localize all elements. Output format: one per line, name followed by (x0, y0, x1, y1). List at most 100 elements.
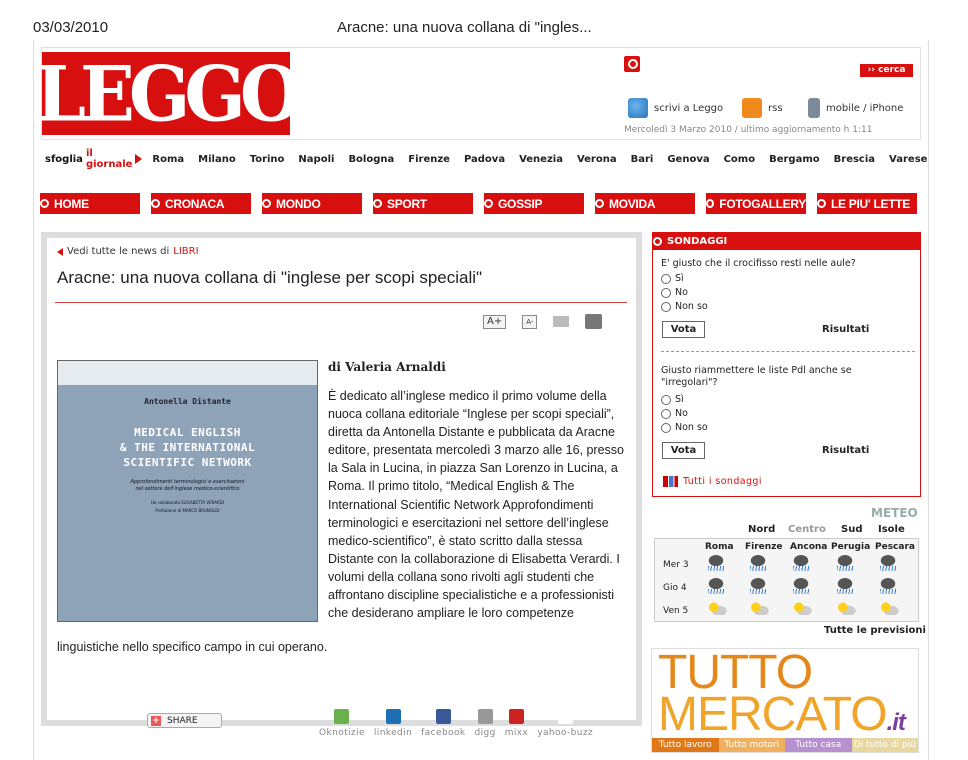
poll1-option-no[interactable]: No (661, 287, 688, 298)
weather-day: Gio 4 (663, 583, 687, 593)
cover-top-strip (58, 361, 317, 385)
city-link[interactable]: Firenze (408, 154, 450, 165)
nav-bullet-icon (706, 199, 715, 208)
region-tab-sud[interactable]: Sud (841, 524, 862, 535)
leggo-logo[interactable]: LEGGO (35, 49, 302, 138)
city-link[interactable]: Varese (889, 154, 927, 165)
weather-city: Pescara (875, 542, 915, 552)
region-tab-isole[interactable]: Isole (878, 524, 905, 535)
social-link-linkedin[interactable]: linkedin (374, 709, 412, 738)
weather-city: Perugia (831, 542, 871, 552)
poll2-results-link[interactable]: Risultati (822, 445, 869, 456)
poll-divider (661, 351, 915, 352)
article-title: Aracne: una nuova collana di "inglese pe… (57, 268, 483, 287)
nav-bullet-icon (595, 199, 604, 208)
radio-button[interactable] (661, 408, 671, 419)
poll2-option-si[interactable]: Sì (661, 394, 684, 405)
article-panel: Vedi tutte le news di LIBRI Aracne: una … (41, 232, 642, 726)
nav-piu-lette[interactable]: LE PIU' LETTE (817, 193, 917, 214)
weather-city: Firenze (745, 542, 783, 552)
search-button[interactable]: ›› cerca (860, 64, 913, 77)
digg-icon (477, 709, 493, 724)
city-link[interactable]: Roma (152, 154, 184, 165)
city-link[interactable]: Bari (631, 154, 654, 165)
poll-question-1: E' giusto che il crocifisso resti nelle … (661, 258, 856, 269)
poll2-option-non-so[interactable]: Non so (661, 422, 708, 433)
rain-cloud-icon (877, 555, 899, 571)
poll2-vote-button[interactable]: Vota (662, 442, 705, 459)
contact-link[interactable]: scrivi a Leggo (628, 98, 723, 118)
print-date: 03/03/2010 (33, 19, 109, 36)
article-tools: A+ A- (483, 314, 603, 329)
ad-tab[interactable]: Tutto casa (785, 738, 852, 752)
all-forecasts-link[interactable]: Tutte le previsioni (824, 625, 926, 636)
city-link[interactable]: Milano (198, 154, 236, 165)
poll1-results-link[interactable]: Risultati (822, 324, 869, 335)
ad-tab[interactable]: Di tutto di più (851, 738, 918, 752)
city-link[interactable]: Bergamo (769, 154, 820, 165)
city-link[interactable]: Torino (250, 154, 285, 165)
region-tab-nord[interactable]: Nord (748, 524, 775, 535)
radio-button[interactable] (661, 273, 671, 284)
city-link[interactable]: Brescia (834, 154, 875, 165)
city-link[interactable]: Napoli (298, 154, 334, 165)
city-link[interactable]: Venezia (519, 154, 563, 165)
rss-link[interactable]: rss (742, 98, 783, 118)
social-links: Oknotizie linkedin facebook digg mixx yahoo-b… (319, 709, 593, 738)
social-link-facebook[interactable]: facebook (421, 709, 465, 738)
radio-button[interactable] (661, 287, 671, 298)
radio-button[interactable] (661, 301, 671, 312)
poll1-vote-button[interactable]: Vota (662, 321, 705, 338)
font-decrease-button[interactable]: A- (522, 314, 538, 329)
share-button[interactable]: + SHARE (147, 713, 222, 728)
nav-home[interactable]: HOME (40, 193, 140, 214)
sun-cloud-icon (834, 601, 856, 615)
radio-button[interactable] (661, 422, 671, 433)
city-link[interactable]: Como (724, 154, 756, 165)
print-icon[interactable] (585, 314, 603, 329)
nav-bullet-icon (262, 199, 271, 208)
rain-cloud-icon (747, 555, 769, 571)
city-link[interactable]: Verona (577, 154, 617, 165)
nav-gossip[interactable]: GOSSIP (484, 193, 584, 214)
nav-fotogallery[interactable]: FOTOGALLERY (706, 193, 806, 214)
poll2-option-no[interactable]: No (661, 408, 688, 419)
nav-sport[interactable]: SPORT (373, 193, 473, 214)
sfoglia-giornale-link[interactable]: sfoglia il giornale (45, 148, 143, 170)
all-polls-link[interactable]: Tutti i sondaggi (663, 476, 762, 487)
nav-cronaca[interactable]: CRONACA (151, 193, 251, 214)
social-link-oknotizie[interactable]: Oknotizie (319, 709, 365, 738)
email-icon[interactable] (553, 316, 570, 327)
poll-box: SONDAGGI E' giusto che il crocifisso res… (652, 232, 921, 497)
nav-bullet-icon (151, 199, 160, 208)
mobile-link[interactable]: mobile / iPhone (808, 98, 903, 118)
poll1-option-si[interactable]: Sì (661, 273, 684, 284)
sun-cloud-icon (790, 601, 812, 615)
rain-cloud-icon (790, 578, 812, 594)
social-link-yahoo-buzz[interactable]: yahoo-buzz (537, 709, 593, 738)
weather-day: Ven 5 (663, 606, 689, 616)
ad-tab[interactable]: Tutto motori (718, 738, 785, 752)
city-link[interactable]: Padova (464, 154, 505, 165)
mixx-icon (509, 709, 524, 724)
ad-tab[interactable]: Tutto lavoro (652, 738, 719, 752)
search-icon[interactable] (624, 56, 640, 72)
back-to-category-link[interactable]: Vedi tutte le news di LIBRI (57, 246, 199, 257)
cover-title: MEDICAL ENGLISH & THE INTERNATIONAL SCIE… (119, 426, 256, 469)
oknotizie-icon (334, 709, 350, 724)
site-header: LEGGO ›› cerca scrivi a Leggo rss mobile… (35, 47, 921, 140)
social-link-digg[interactable]: digg (474, 709, 495, 738)
font-increase-button[interactable]: A+ (483, 314, 507, 329)
region-tab-centro[interactable]: Centro (788, 524, 826, 535)
social-link-mixx[interactable]: mixx (505, 709, 529, 738)
tuttomercato-ad[interactable]: TUTTO MERCATO.it Tutto lavoro Tutto motor… (651, 648, 919, 753)
rss-icon (742, 98, 762, 118)
radio-button[interactable] (661, 394, 671, 405)
nav-mondo[interactable]: MONDO (262, 193, 362, 214)
nav-bullet-icon (484, 199, 493, 208)
rain-cloud-icon (705, 578, 727, 594)
nav-movida[interactable]: MOVIDA (595, 193, 695, 214)
city-link[interactable]: Genova (667, 154, 709, 165)
city-link[interactable]: Bologna (348, 154, 394, 165)
poll1-option-non-so[interactable]: Non so (661, 301, 708, 312)
